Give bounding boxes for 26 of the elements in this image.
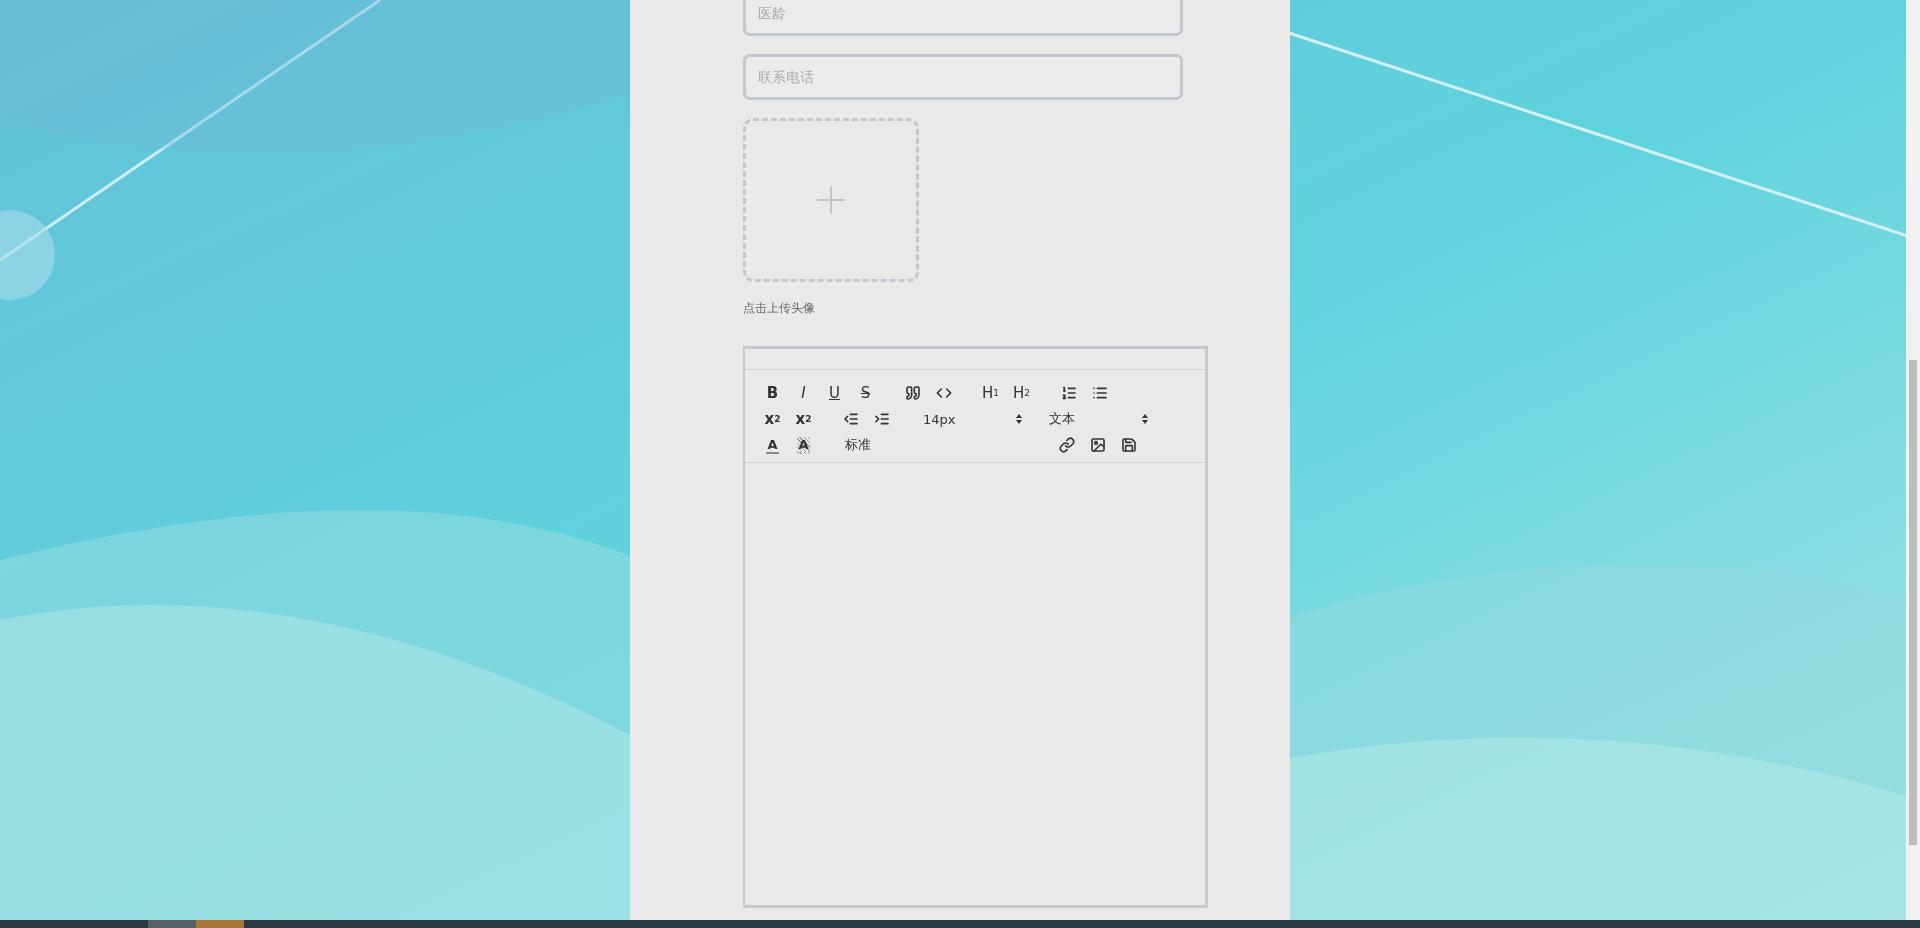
format-button[interactable]: B [757,381,788,405]
quote-icon [904,385,921,401]
bullet-list-icon [1091,385,1108,401]
select-dropdown[interactable]: 文本 [1039,407,1149,431]
format-button[interactable]: x$^{2}$ [788,407,819,431]
text-field[interactable]: 联系电话 [743,54,1183,100]
text-field[interactable]: 医龄 [743,0,1183,36]
format-button[interactable]: S [850,381,881,405]
outdent-icon [842,411,859,427]
plus-icon [816,185,846,215]
image-icon [1089,437,1106,453]
link-icon [1058,437,1075,453]
code-icon [935,385,952,401]
select-dropdown[interactable]: 14px [913,407,1023,431]
format-button[interactable]: I [788,381,819,405]
numbered-list-icon [1060,385,1077,401]
format-button[interactable]: U [819,381,850,405]
upload-caption: 点击上传头像 [743,300,816,317]
font-color-button[interactable]: A [757,433,788,457]
sort-arrows-icon [1015,413,1023,425]
indent-icon [873,411,890,427]
sort-arrows-icon [1141,413,1149,425]
highlight-button[interactable]: A [788,433,819,457]
select-dropdown[interactable]: 标准 [835,433,1035,457]
floppy-icon [1120,437,1137,453]
scrollbar[interactable] [1906,0,1920,920]
